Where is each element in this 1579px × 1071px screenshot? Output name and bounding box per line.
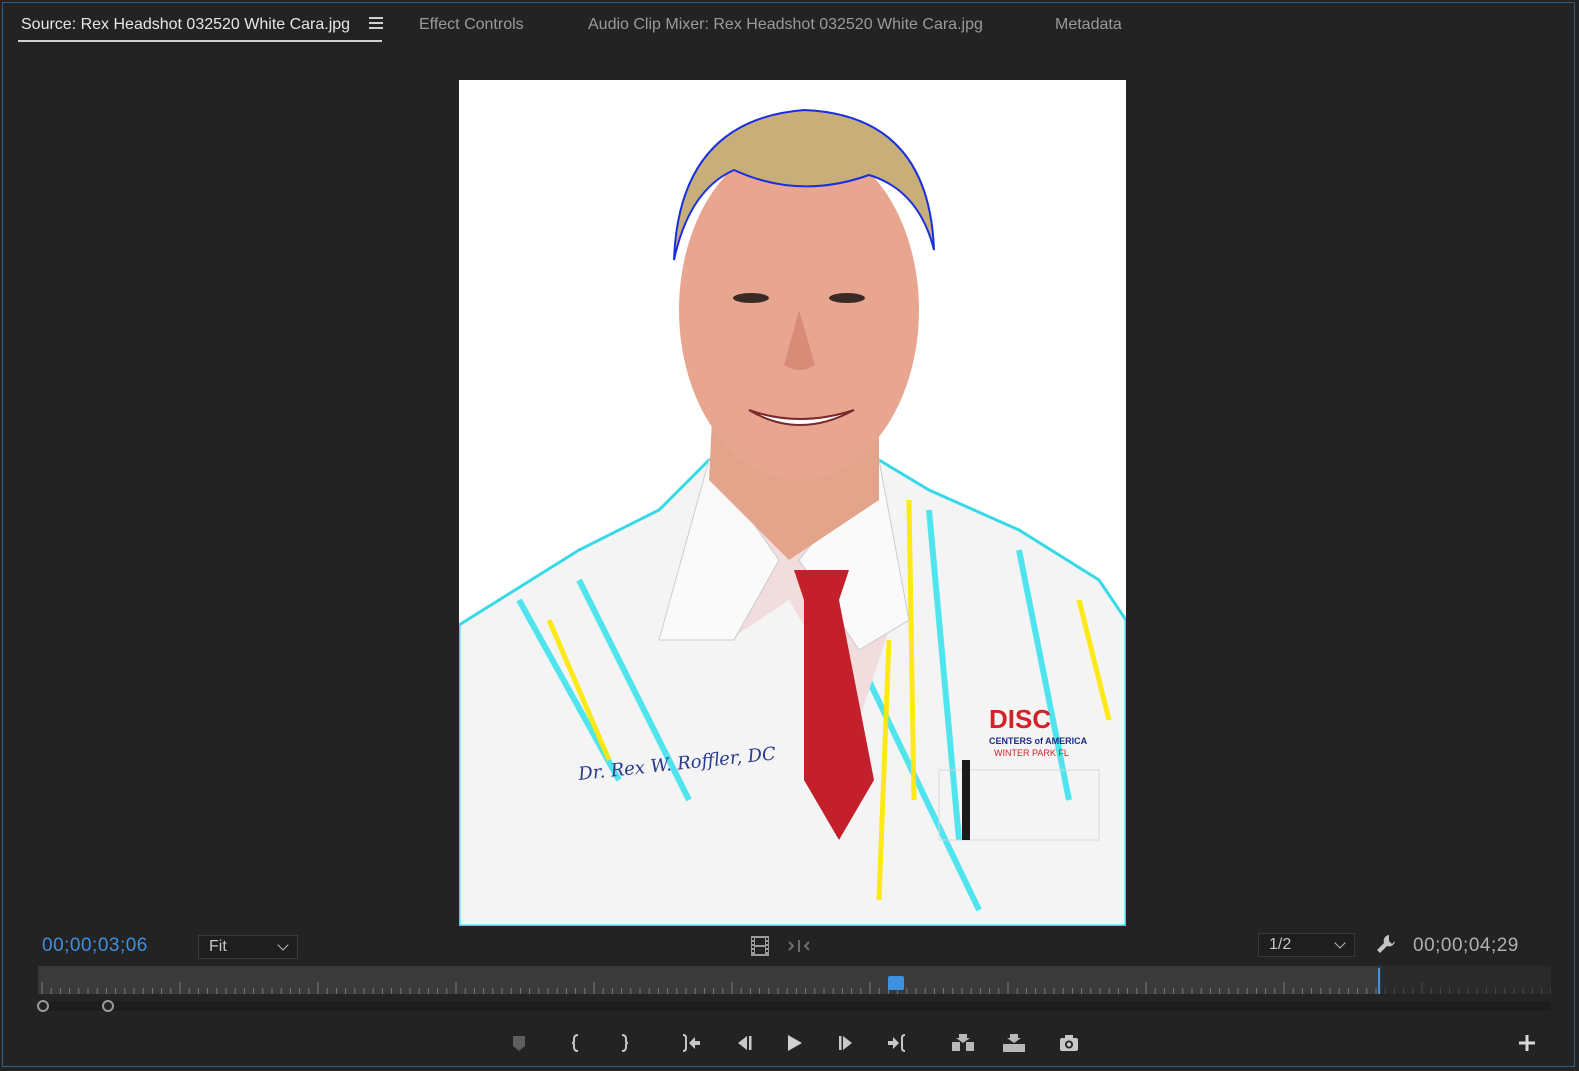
mark-in-icon xyxy=(571,1034,579,1052)
plus-icon xyxy=(1519,1035,1535,1051)
play-icon xyxy=(788,1035,802,1051)
step-back-icon xyxy=(738,1036,752,1050)
marker-icon xyxy=(513,1036,525,1051)
insert-button[interactable] xyxy=(950,1030,976,1056)
chevron-down-icon xyxy=(277,939,289,951)
go-to-out-icon xyxy=(888,1034,906,1052)
tab-effect-controls[interactable]: Effect Controls xyxy=(419,16,524,34)
tab-metadata[interactable]: Metadata xyxy=(1055,16,1122,34)
wrench-icon[interactable] xyxy=(1375,933,1397,955)
panel-tab-bar: Source: Rex Headshot 032520 White Cara.j… xyxy=(0,0,1579,48)
tab-source[interactable]: Source: Rex Headshot 032520 White Cara.j… xyxy=(21,16,350,34)
current-timecode[interactable]: 00;00;03;06 xyxy=(42,935,148,957)
hamburger-icon[interactable] xyxy=(369,17,383,31)
zoom-level-select[interactable]: Fit xyxy=(198,935,298,959)
zoom-start-handle[interactable] xyxy=(37,1000,49,1012)
step-forward-icon xyxy=(839,1036,852,1050)
duration-timecode: 00;00;04;29 xyxy=(1413,935,1519,956)
add-marker-button[interactable] xyxy=(506,1030,532,1056)
step-forward-button[interactable] xyxy=(834,1030,860,1056)
overwrite-icon xyxy=(1003,1034,1025,1052)
zoom-end-handle[interactable] xyxy=(102,1000,114,1012)
source-monitor-image: DISC CENTERS of AMERICA WINTER PARK FL D… xyxy=(459,80,1126,926)
insert-icon xyxy=(952,1034,974,1051)
zoom-scroll-bar[interactable] xyxy=(38,1001,1551,1011)
chevron-down-icon xyxy=(1334,937,1346,949)
logo-text: DISC xyxy=(989,704,1051,734)
overwrite-button[interactable] xyxy=(1001,1030,1027,1056)
time-ruler-ticks xyxy=(41,982,1551,994)
logo-city: WINTER PARK FL xyxy=(994,748,1069,758)
step-back-button[interactable] xyxy=(730,1030,756,1056)
camera-icon xyxy=(1060,1035,1078,1051)
playhead[interactable] xyxy=(888,976,905,990)
export-frame-button[interactable] xyxy=(1056,1030,1082,1056)
in-out-midpoint-marker xyxy=(690,976,698,984)
go-to-in-button[interactable] xyxy=(678,1030,704,1056)
tab-audio-clip-mixer[interactable]: Audio Clip Mixer: Rex Headshot 032520 Wh… xyxy=(588,16,983,34)
mark-in-button[interactable] xyxy=(563,1030,589,1056)
go-to-in-icon xyxy=(682,1034,700,1052)
film-strip-icon[interactable] xyxy=(750,935,770,957)
playback-resolution-value: 1/2 xyxy=(1269,936,1292,953)
audio-waveform-icon[interactable] xyxy=(787,939,811,953)
active-tab-indicator xyxy=(18,40,382,42)
play-button[interactable] xyxy=(781,1030,807,1056)
go-to-out-button[interactable] xyxy=(884,1030,910,1056)
clip-end-marker xyxy=(1378,968,1380,994)
mark-out-button[interactable] xyxy=(611,1030,637,1056)
logo-subtitle: CENTERS of AMERICA xyxy=(989,736,1088,746)
headshot-photo: DISC CENTERS of AMERICA WINTER PARK FL D… xyxy=(459,108,1126,926)
mark-out-icon xyxy=(621,1034,629,1052)
button-editor-button[interactable] xyxy=(1514,1030,1540,1056)
zoom-level-value: Fit xyxy=(209,938,227,955)
playback-resolution-select[interactable]: 1/2 xyxy=(1258,933,1355,957)
